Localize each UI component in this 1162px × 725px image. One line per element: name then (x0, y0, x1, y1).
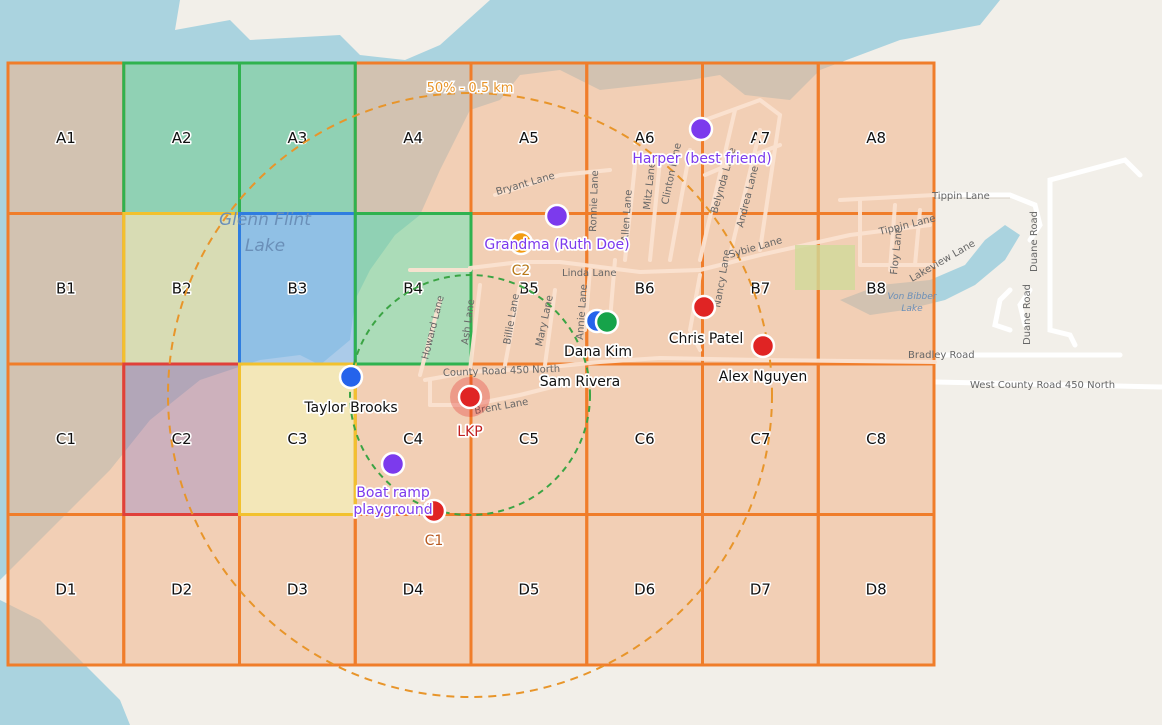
grid-cell-label: D6 (634, 580, 655, 598)
marker-chris[interactable] (691, 294, 717, 320)
grid-cell-label: B8 (866, 279, 886, 297)
marker-label-lkp: LKP (457, 424, 482, 440)
marker-alex[interactable] (750, 333, 776, 359)
marker-dot[interactable] (594, 309, 620, 335)
grid-cell-label: A3 (287, 129, 307, 147)
grid-cell-label: D2 (171, 580, 192, 598)
marker-lkp[interactable] (450, 377, 490, 417)
grid-cell-label: B5 (519, 279, 539, 297)
lake-label-line1: Glenn Flint (219, 210, 312, 230)
street-label: Ronnie Lane (588, 170, 601, 232)
marker-dot[interactable] (338, 364, 364, 390)
lake-label-line2: Lake (245, 236, 285, 256)
marker-label-sam: Sam Rivera (540, 374, 620, 390)
grid-cell-label: A1 (56, 129, 76, 147)
street-label: Duane Road (1022, 284, 1033, 345)
marker-label-boatramp: Boat ramp (356, 485, 430, 501)
marker-dot[interactable] (544, 203, 570, 229)
marker-label-grandma: Grandma (Ruth Doe) (484, 237, 629, 253)
marker-label-chris: Chris Patel (669, 331, 743, 347)
grid-cell-label: C5 (519, 430, 539, 448)
street-label: West County Road 450 North (970, 380, 1115, 391)
street-label: Linda Lane (562, 268, 617, 279)
marker-dot[interactable] (380, 451, 406, 477)
street-label: Bradley Road (908, 350, 975, 361)
marker-harper[interactable] (688, 116, 714, 142)
marker-sam[interactable] (594, 309, 620, 335)
marker-label-taylor: Taylor Brooks (303, 400, 397, 416)
grid-cell-label: D1 (55, 580, 76, 598)
von-bibber-label-line1: Von Bibber (887, 292, 937, 302)
grid-cell-label: D8 (866, 580, 887, 598)
von-bibber-label-line2: Lake (901, 304, 923, 314)
grid-cell-label: B3 (287, 279, 307, 297)
grid-cell-label: C8 (866, 430, 886, 448)
marker-label-dana: Dana Kim (564, 344, 632, 360)
grid-cell-label: C1 (56, 430, 76, 448)
marker-dot[interactable] (688, 116, 714, 142)
marker-label-c2: C2 (512, 263, 531, 279)
grid-cell-label: B7 (750, 279, 770, 297)
marker-dot[interactable] (750, 333, 776, 359)
marker-dot[interactable] (457, 384, 483, 410)
grid-cell-label: B1 (56, 279, 76, 297)
street-label: Tippin Lane (931, 191, 990, 202)
marker-label-c1: C1 (425, 533, 444, 549)
grid-cell-label: A8 (866, 129, 886, 147)
grid-cell-label: A4 (403, 129, 423, 147)
grid-cell-label: C3 (287, 430, 307, 448)
ring-radius-label: 50% - 0.5 km (427, 81, 514, 96)
marker-taylor[interactable] (338, 364, 364, 390)
grid-cell-label: A5 (519, 129, 539, 147)
grid-cell-label: C7 (750, 430, 770, 448)
search-grid-map[interactable]: A1 A2 A3 A4 A5 A6 A7 A8B1 B2 B3 B4 B5 B6 B7 B8C1 C2 C3 C4… (0, 0, 1162, 725)
grid-cell-label: A2 (172, 129, 192, 147)
grid-cell-label: D7 (750, 580, 771, 598)
marker-dot[interactable] (691, 294, 717, 320)
street-label: Duane Road (1029, 211, 1040, 272)
grid-cell-label: C4 (403, 430, 423, 448)
grid-cell-label: D4 (403, 580, 424, 598)
grid-cell-label: C2 (172, 430, 192, 448)
grid-cell-label: C6 (635, 430, 655, 448)
marker-label-alex: Alex Nguyen (719, 369, 808, 385)
grid-cell-label: B2 (172, 279, 192, 297)
marker-label-boatramp: playground (353, 502, 432, 518)
grid-cell-label: D3 (287, 580, 308, 598)
grid-cell-label: D5 (518, 580, 539, 598)
grid-cell-label: B6 (635, 279, 655, 297)
park-area (795, 245, 855, 290)
marker-label-harper: Harper (best friend) (632, 151, 771, 167)
marker-grandma[interactable] (544, 203, 570, 229)
marker-boatramp[interactable] (380, 451, 406, 477)
